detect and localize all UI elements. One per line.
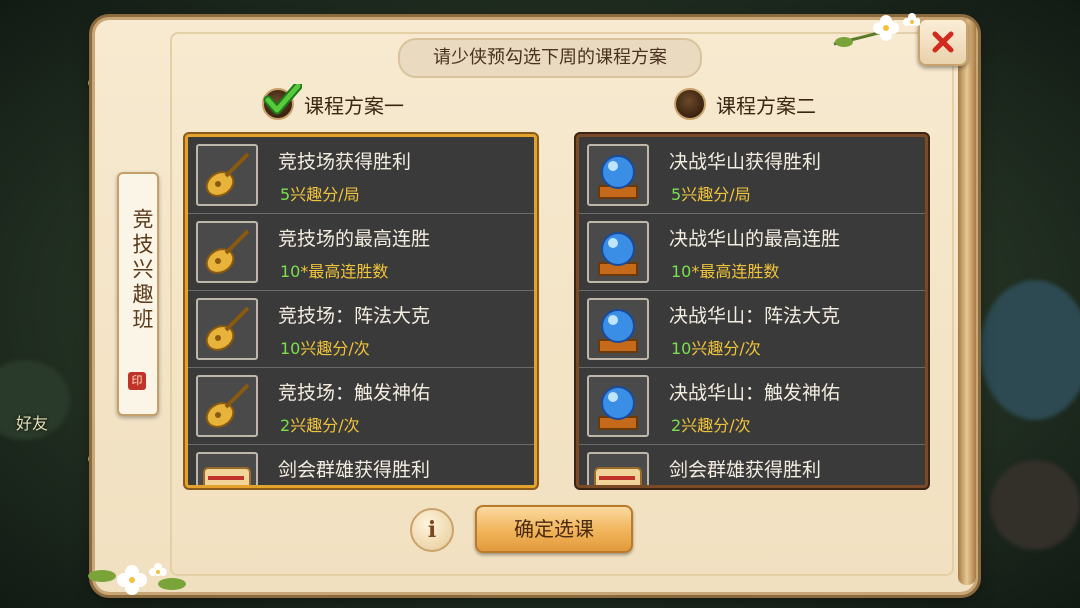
- list-item: 决战华山的最高连胜 10*最高连胜数: [579, 214, 925, 291]
- task-reward: 10*最高连胜数: [671, 262, 780, 281]
- task-reward: 5兴趣分/局: [280, 185, 360, 204]
- task-reward: 10兴趣分/次: [671, 339, 761, 358]
- task-reward: 5兴趣分/局: [671, 185, 751, 204]
- crystal-ball-icon: [587, 298, 649, 360]
- crystal-ball-icon: [587, 375, 649, 437]
- plan-one-option[interactable]: 课程方案一: [262, 84, 404, 120]
- checkmark-icon: [263, 84, 302, 115]
- list-item: 剑会群雄获得胜利: [579, 445, 925, 485]
- task-title: 决战华山：触发神佑: [669, 382, 841, 404]
- list-item: 竞技场获得胜利 5兴趣分/局: [188, 137, 534, 214]
- task-title: 决战华山：阵法大克: [669, 305, 841, 327]
- list-item: 竞技场：阵法大克 10兴趣分/次: [188, 291, 534, 368]
- plan-two-radio[interactable]: [674, 88, 706, 120]
- task-reward: 2兴趣分/次: [280, 416, 360, 435]
- pipa-icon: [196, 221, 258, 283]
- task-reward: 2兴趣分/次: [671, 416, 751, 435]
- task-reward: 10*最高连胜数: [280, 262, 389, 281]
- plan-two-label: 课程方案二: [716, 93, 816, 118]
- task-title: 竞技场：触发神佑: [278, 382, 431, 404]
- seal-icon: 印: [128, 372, 146, 390]
- prompt-banner: 请少侠预勾选下周的课程方案: [398, 38, 702, 78]
- scroll-icon: [196, 452, 258, 485]
- list-item: 决战华山获得胜利 5兴趣分/局: [579, 137, 925, 214]
- list-item: 竞技场：触发神佑 2兴趣分/次: [188, 368, 534, 445]
- crystal-ball-icon: [587, 221, 649, 283]
- list-item: 剑会群雄获得胜利: [188, 445, 534, 485]
- friends-label[interactable]: 好友: [16, 410, 48, 434]
- list-item: 决战华山：阵法大克 10兴趣分/次: [579, 291, 925, 368]
- confirm-selection-button[interactable]: 确定选课: [475, 505, 633, 553]
- pipa-icon: [196, 375, 258, 437]
- task-title: 竞技场：阵法大克: [278, 305, 431, 327]
- pipa-icon: [196, 298, 258, 360]
- close-icon: [932, 31, 954, 53]
- info-button[interactable]: i: [410, 508, 454, 552]
- plan-two-option[interactable]: 课程方案二: [674, 88, 816, 120]
- task-reward: 10兴趣分/次: [280, 339, 370, 358]
- plan-one-label: 课程方案一: [304, 93, 404, 118]
- plan-one-radio[interactable]: [262, 84, 302, 120]
- plan-two-task-list[interactable]: 决战华山获得胜利 5兴趣分/局 决战华山的最高连胜 10*最高连胜数 决战华山：…: [576, 134, 928, 488]
- plan-one-task-list[interactable]: 竞技场获得胜利 5兴趣分/局 竞技场的最高连胜 10*最高连胜数 竞技场：阵法大…: [185, 134, 537, 488]
- side-tab-label: 竞技兴趣班: [130, 208, 154, 333]
- list-item: 决战华山：触发神佑 2兴趣分/次: [579, 368, 925, 445]
- task-title: 决战华山的最高连胜: [669, 228, 841, 250]
- task-title: 剑会群雄获得胜利: [278, 459, 431, 481]
- task-title: 剑会群雄获得胜利: [669, 459, 822, 481]
- crystal-ball-icon: [587, 144, 649, 206]
- task-title: 竞技场的最高连胜: [278, 228, 431, 250]
- task-title: 竞技场获得胜利: [278, 151, 412, 173]
- side-tab-competition-class[interactable]: 竞技兴趣班 印: [117, 172, 159, 416]
- close-button[interactable]: [918, 18, 968, 66]
- pipa-icon: [196, 144, 258, 206]
- task-title: 决战华山获得胜利: [669, 151, 822, 173]
- list-item: 竞技场的最高连胜 10*最高连胜数: [188, 214, 534, 291]
- flower-decoration-bottom: [88, 563, 186, 595]
- flower-decoration-top: [833, 13, 920, 47]
- scroll-icon: [587, 452, 649, 485]
- scroll-rod-right: [958, 20, 976, 585]
